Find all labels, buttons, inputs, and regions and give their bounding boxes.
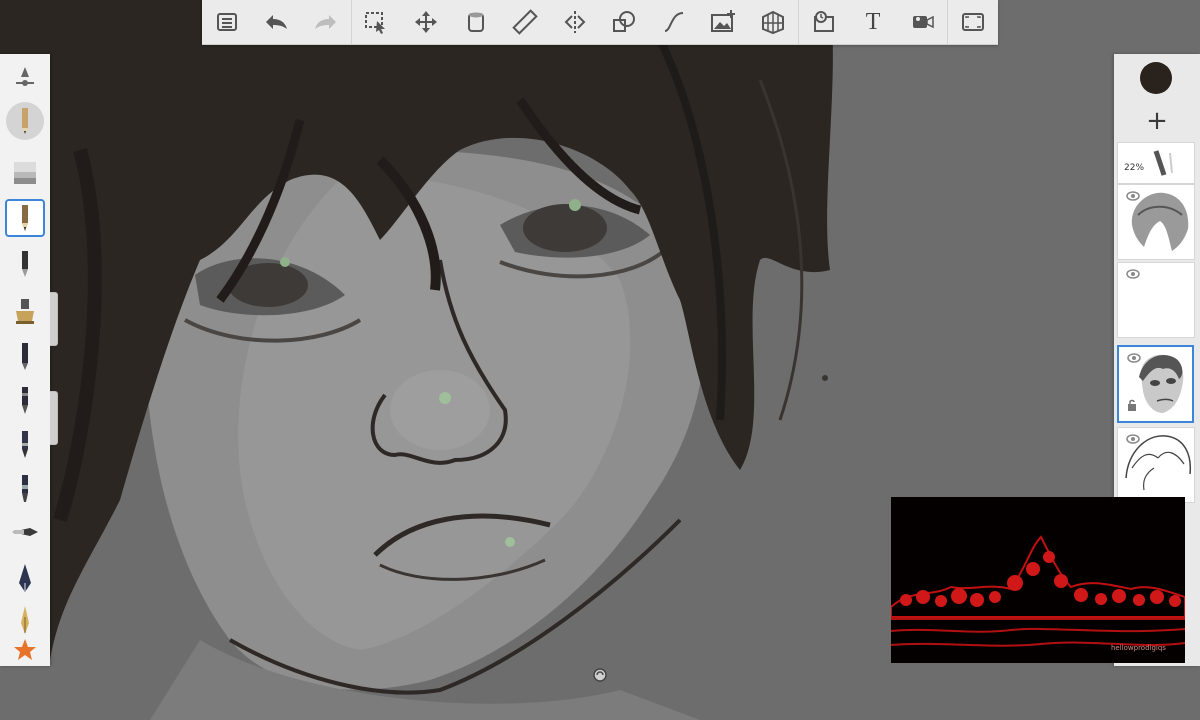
layer-face-active[interactable]	[1117, 345, 1194, 423]
layer-brush-preview[interactable]: 22%	[1117, 142, 1195, 184]
visibility-eye-icon[interactable]	[1126, 269, 1140, 279]
brush-settings-icon[interactable]	[5, 60, 45, 96]
fill-icon[interactable]	[451, 0, 501, 44]
fullscreen-icon[interactable]	[948, 0, 998, 44]
brush-preview-thumbnail	[1153, 150, 1173, 176]
ink-pen-brush[interactable]	[5, 560, 45, 596]
undo-icon[interactable]	[252, 0, 302, 44]
text-icon[interactable]: T	[848, 0, 898, 44]
top-toolbar: T	[202, 0, 998, 45]
overlay-animation	[891, 535, 1185, 647]
selection-icon[interactable]	[352, 0, 402, 44]
palette-collapse-tab-top[interactable]	[50, 292, 58, 346]
paint-brush[interactable]	[5, 514, 45, 550]
redo-icon[interactable]	[301, 0, 351, 44]
symmetry-icon[interactable]	[550, 0, 600, 44]
felt-pen-brush[interactable]	[5, 382, 45, 418]
pencil-brush-selected[interactable]	[5, 199, 45, 237]
plus-icon: +	[1146, 106, 1168, 136]
video-overlay: hellowprodigiqs	[891, 497, 1185, 663]
eraser-brush[interactable]	[5, 155, 45, 191]
shapes-icon[interactable]	[599, 0, 649, 44]
canvas-rotate-icon[interactable]	[593, 668, 607, 682]
overlay-watermark: hellowprodigiqs	[1111, 644, 1166, 652]
layer-hair-lineart[interactable]	[1117, 427, 1195, 503]
pencil-brush[interactable]	[5, 102, 45, 140]
brush-palette	[0, 54, 50, 666]
add-layer-button[interactable]: +	[1114, 102, 1200, 140]
image-add-icon[interactable]	[699, 0, 749, 44]
visibility-eye-icon[interactable]	[1126, 191, 1140, 201]
palette-collapse-tab-bottom[interactable]	[50, 391, 58, 445]
color-picker-button[interactable]	[1140, 62, 1172, 94]
layer-empty[interactable]	[1117, 262, 1195, 338]
lock-icon[interactable]	[1127, 399, 1137, 411]
ruler-icon[interactable]	[500, 0, 550, 44]
stroke-tool-icon[interactable]	[649, 0, 699, 44]
transform-icon[interactable]	[401, 0, 451, 44]
fine-pen-brush[interactable]	[5, 426, 45, 462]
layer-hair-sketch[interactable]	[1117, 184, 1195, 260]
visibility-eye-icon[interactable]	[1127, 353, 1141, 363]
record-icon[interactable]	[898, 0, 948, 44]
text-tool-label: T	[865, 8, 881, 35]
favorites-star-icon[interactable]	[5, 632, 45, 668]
chisel-marker-brush[interactable]	[5, 470, 45, 506]
menu-icon[interactable]	[202, 0, 252, 44]
perspective-icon[interactable]	[748, 0, 798, 44]
timelapse-icon[interactable]	[799, 0, 849, 44]
ballpoint-pen-brush[interactable]	[5, 246, 45, 282]
marker-brush[interactable]	[5, 338, 45, 374]
visibility-eye-icon[interactable]	[1126, 434, 1140, 444]
airbrush-brush[interactable]	[5, 294, 45, 330]
